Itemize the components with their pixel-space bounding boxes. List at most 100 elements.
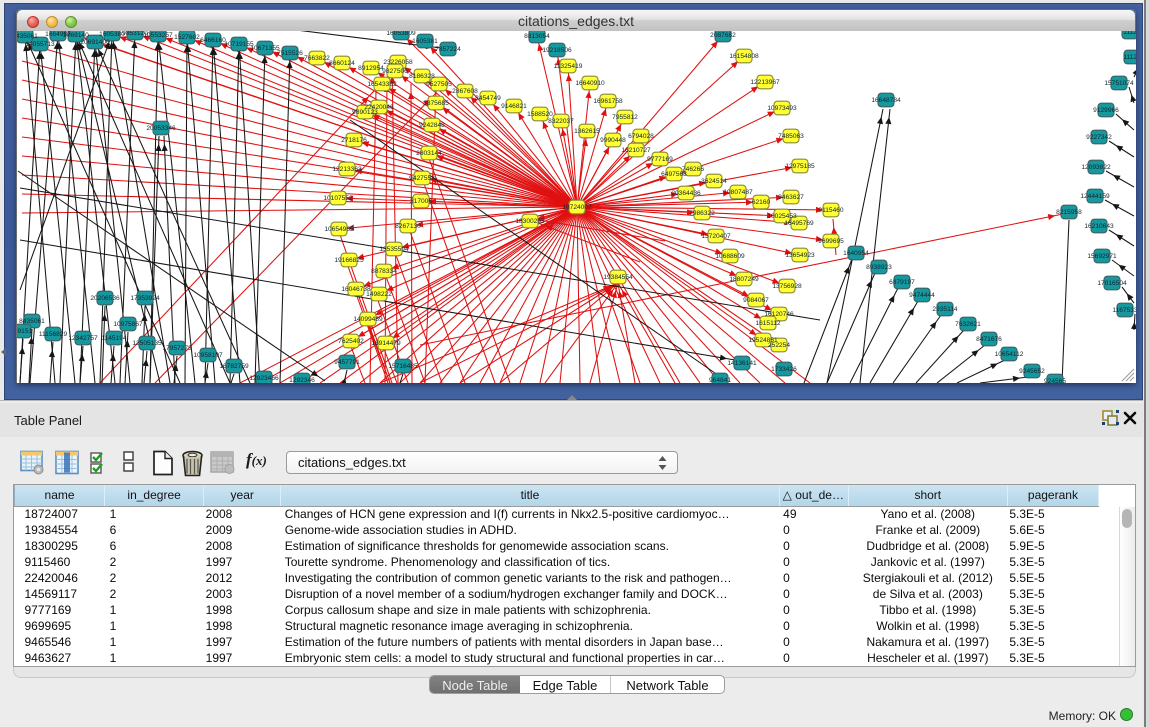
svg-text:1605381: 1605381	[412, 38, 438, 45]
svg-text:18724007: 18724007	[562, 204, 592, 211]
svg-text:7857224: 7857224	[435, 46, 461, 53]
svg-text:8813054: 8813054	[524, 33, 550, 40]
svg-text:12923466: 12923466	[249, 375, 279, 382]
svg-text:12213363: 12213363	[332, 166, 362, 173]
svg-text:17016504: 17016504	[1097, 280, 1127, 287]
svg-text:10671355: 10671355	[250, 45, 280, 52]
svg-text:1292346: 1292346	[289, 377, 315, 383]
svg-text:8454749: 8454749	[475, 95, 501, 102]
svg-text:317006: 317006	[410, 198, 432, 205]
svg-text:9129966: 9129966	[1093, 107, 1119, 114]
svg-text:19166825: 19166825	[334, 257, 364, 264]
svg-text:10973493: 10973493	[767, 105, 797, 112]
svg-text:10025453: 10025453	[767, 213, 797, 220]
svg-text:10553257: 10553257	[143, 32, 173, 39]
svg-text:19218506: 19218506	[542, 47, 572, 54]
svg-text:1167533: 1167533	[1112, 307, 1136, 314]
svg-text:10807487: 10807487	[723, 189, 753, 196]
svg-text:3624514: 3624514	[701, 178, 727, 185]
svg-text:11122: 11122	[1123, 54, 1136, 61]
svg-text:1615112: 1615112	[755, 320, 781, 327]
svg-text:9227342: 9227342	[1086, 134, 1112, 141]
svg-text:17957273: 17957273	[162, 345, 192, 352]
svg-text:7955812: 7955812	[612, 114, 638, 121]
svg-text:11156829: 11156829	[39, 331, 68, 338]
svg-text:14099489: 14099489	[353, 316, 383, 323]
svg-text:7515526: 7515526	[277, 50, 303, 57]
svg-text:16914479: 16914479	[371, 340, 401, 347]
svg-text:12342757: 12342757	[68, 335, 98, 342]
svg-text:8435061: 8435061	[19, 318, 45, 325]
svg-text:20206536: 20206536	[90, 295, 120, 302]
svg-text:964841: 964841	[709, 377, 731, 383]
svg-text:13756928: 13756928	[772, 283, 802, 290]
svg-text:2935114: 2935114	[932, 306, 958, 313]
svg-text:23226058: 23226058	[383, 59, 413, 66]
svg-text:16543382: 16543382	[367, 81, 397, 88]
svg-text:17353924: 17353924	[130, 295, 160, 302]
svg-text:1362615: 1362615	[574, 128, 600, 135]
svg-text:16120746: 16120746	[764, 311, 794, 318]
svg-text:6466160: 6466160	[200, 37, 226, 44]
svg-text:1145194: 1145194	[101, 335, 127, 342]
svg-text:9245652: 9245652	[1019, 368, 1045, 375]
svg-text:6879197: 6879197	[889, 279, 915, 286]
svg-text:11325419: 11325419	[554, 63, 583, 70]
svg-text:18807249: 18807249	[729, 276, 759, 283]
svg-text:9427552: 9427552	[409, 175, 435, 182]
svg-text:16154808: 16154808	[729, 53, 759, 60]
svg-text:16782759: 16782759	[219, 363, 249, 370]
svg-text:10654112: 10654112	[995, 351, 1024, 358]
svg-text:20364436: 20364436	[671, 190, 701, 197]
svg-text:10654965: 10654965	[324, 226, 354, 233]
svg-text:12093822: 12093822	[1081, 164, 1111, 171]
svg-text:13654923: 13654923	[785, 252, 815, 259]
svg-text:12975185: 12975185	[785, 163, 815, 170]
svg-text:8938923: 8938923	[866, 264, 892, 271]
svg-text:8878334: 8878334	[371, 268, 397, 275]
svg-text:8912954: 8912954	[358, 65, 384, 72]
svg-text:12444159: 12444159	[1080, 193, 1110, 200]
svg-text:9084067: 9084067	[743, 297, 769, 304]
svg-text:16210643: 16210643	[1084, 223, 1114, 230]
svg-text:8322037: 8322037	[548, 118, 574, 125]
svg-text:8660124: 8660124	[329, 60, 355, 67]
svg-text:7986322: 7986322	[689, 210, 715, 217]
svg-text:9527505: 9527505	[426, 81, 452, 88]
svg-text:15751074: 15751074	[1104, 80, 1134, 87]
svg-text:10958107: 10958107	[193, 352, 223, 359]
svg-text:9474444: 9474444	[909, 292, 935, 299]
svg-text:12213967: 12213967	[750, 79, 780, 86]
svg-text:13535594: 13535594	[379, 246, 409, 253]
svg-text:8435061: 8435061	[17, 33, 38, 40]
svg-text:14136141: 14136141	[727, 360, 757, 367]
svg-text:7632621: 7632621	[955, 321, 981, 328]
svg-text:252254: 252254	[768, 342, 790, 349]
svg-text:18300295: 18300295	[515, 218, 545, 225]
svg-text:20691406: 20691406	[80, 39, 110, 46]
svg-text:16495769: 16495769	[784, 220, 814, 227]
svg-text:19384554: 19384554	[603, 274, 633, 281]
svg-text:2867608: 2867608	[452, 88, 478, 95]
svg-text:10107552: 10107552	[323, 195, 353, 202]
svg-text:62160: 62160	[752, 199, 771, 206]
svg-text:9699695: 9699695	[818, 238, 844, 245]
svg-text:7663822: 7663822	[304, 55, 330, 62]
svg-text:15720407: 15720407	[701, 233, 731, 240]
svg-text:8186328: 8186328	[409, 73, 435, 80]
svg-text:9115460: 9115460	[818, 207, 844, 214]
svg-text:15692971: 15692971	[1087, 253, 1117, 260]
svg-text:1588520: 1588520	[527, 111, 553, 118]
svg-text:924565: 924565	[1044, 378, 1066, 383]
svg-text:16961758: 16961758	[593, 98, 623, 105]
svg-text:10688609: 10688609	[715, 253, 745, 260]
svg-text:1640954: 1640954	[843, 250, 869, 257]
svg-text:1112: 1112	[1123, 31, 1136, 36]
svg-text:9890123: 9890123	[352, 109, 378, 116]
svg-text:3875685: 3875685	[423, 100, 449, 107]
svg-text:9146821: 9146821	[501, 103, 527, 110]
svg-text:2718176: 2718176	[341, 137, 367, 144]
svg-text:14055713: 14055713	[25, 41, 55, 48]
svg-text:1733426: 1733426	[771, 366, 797, 373]
svg-text:2069140: 2069140	[63, 32, 89, 39]
